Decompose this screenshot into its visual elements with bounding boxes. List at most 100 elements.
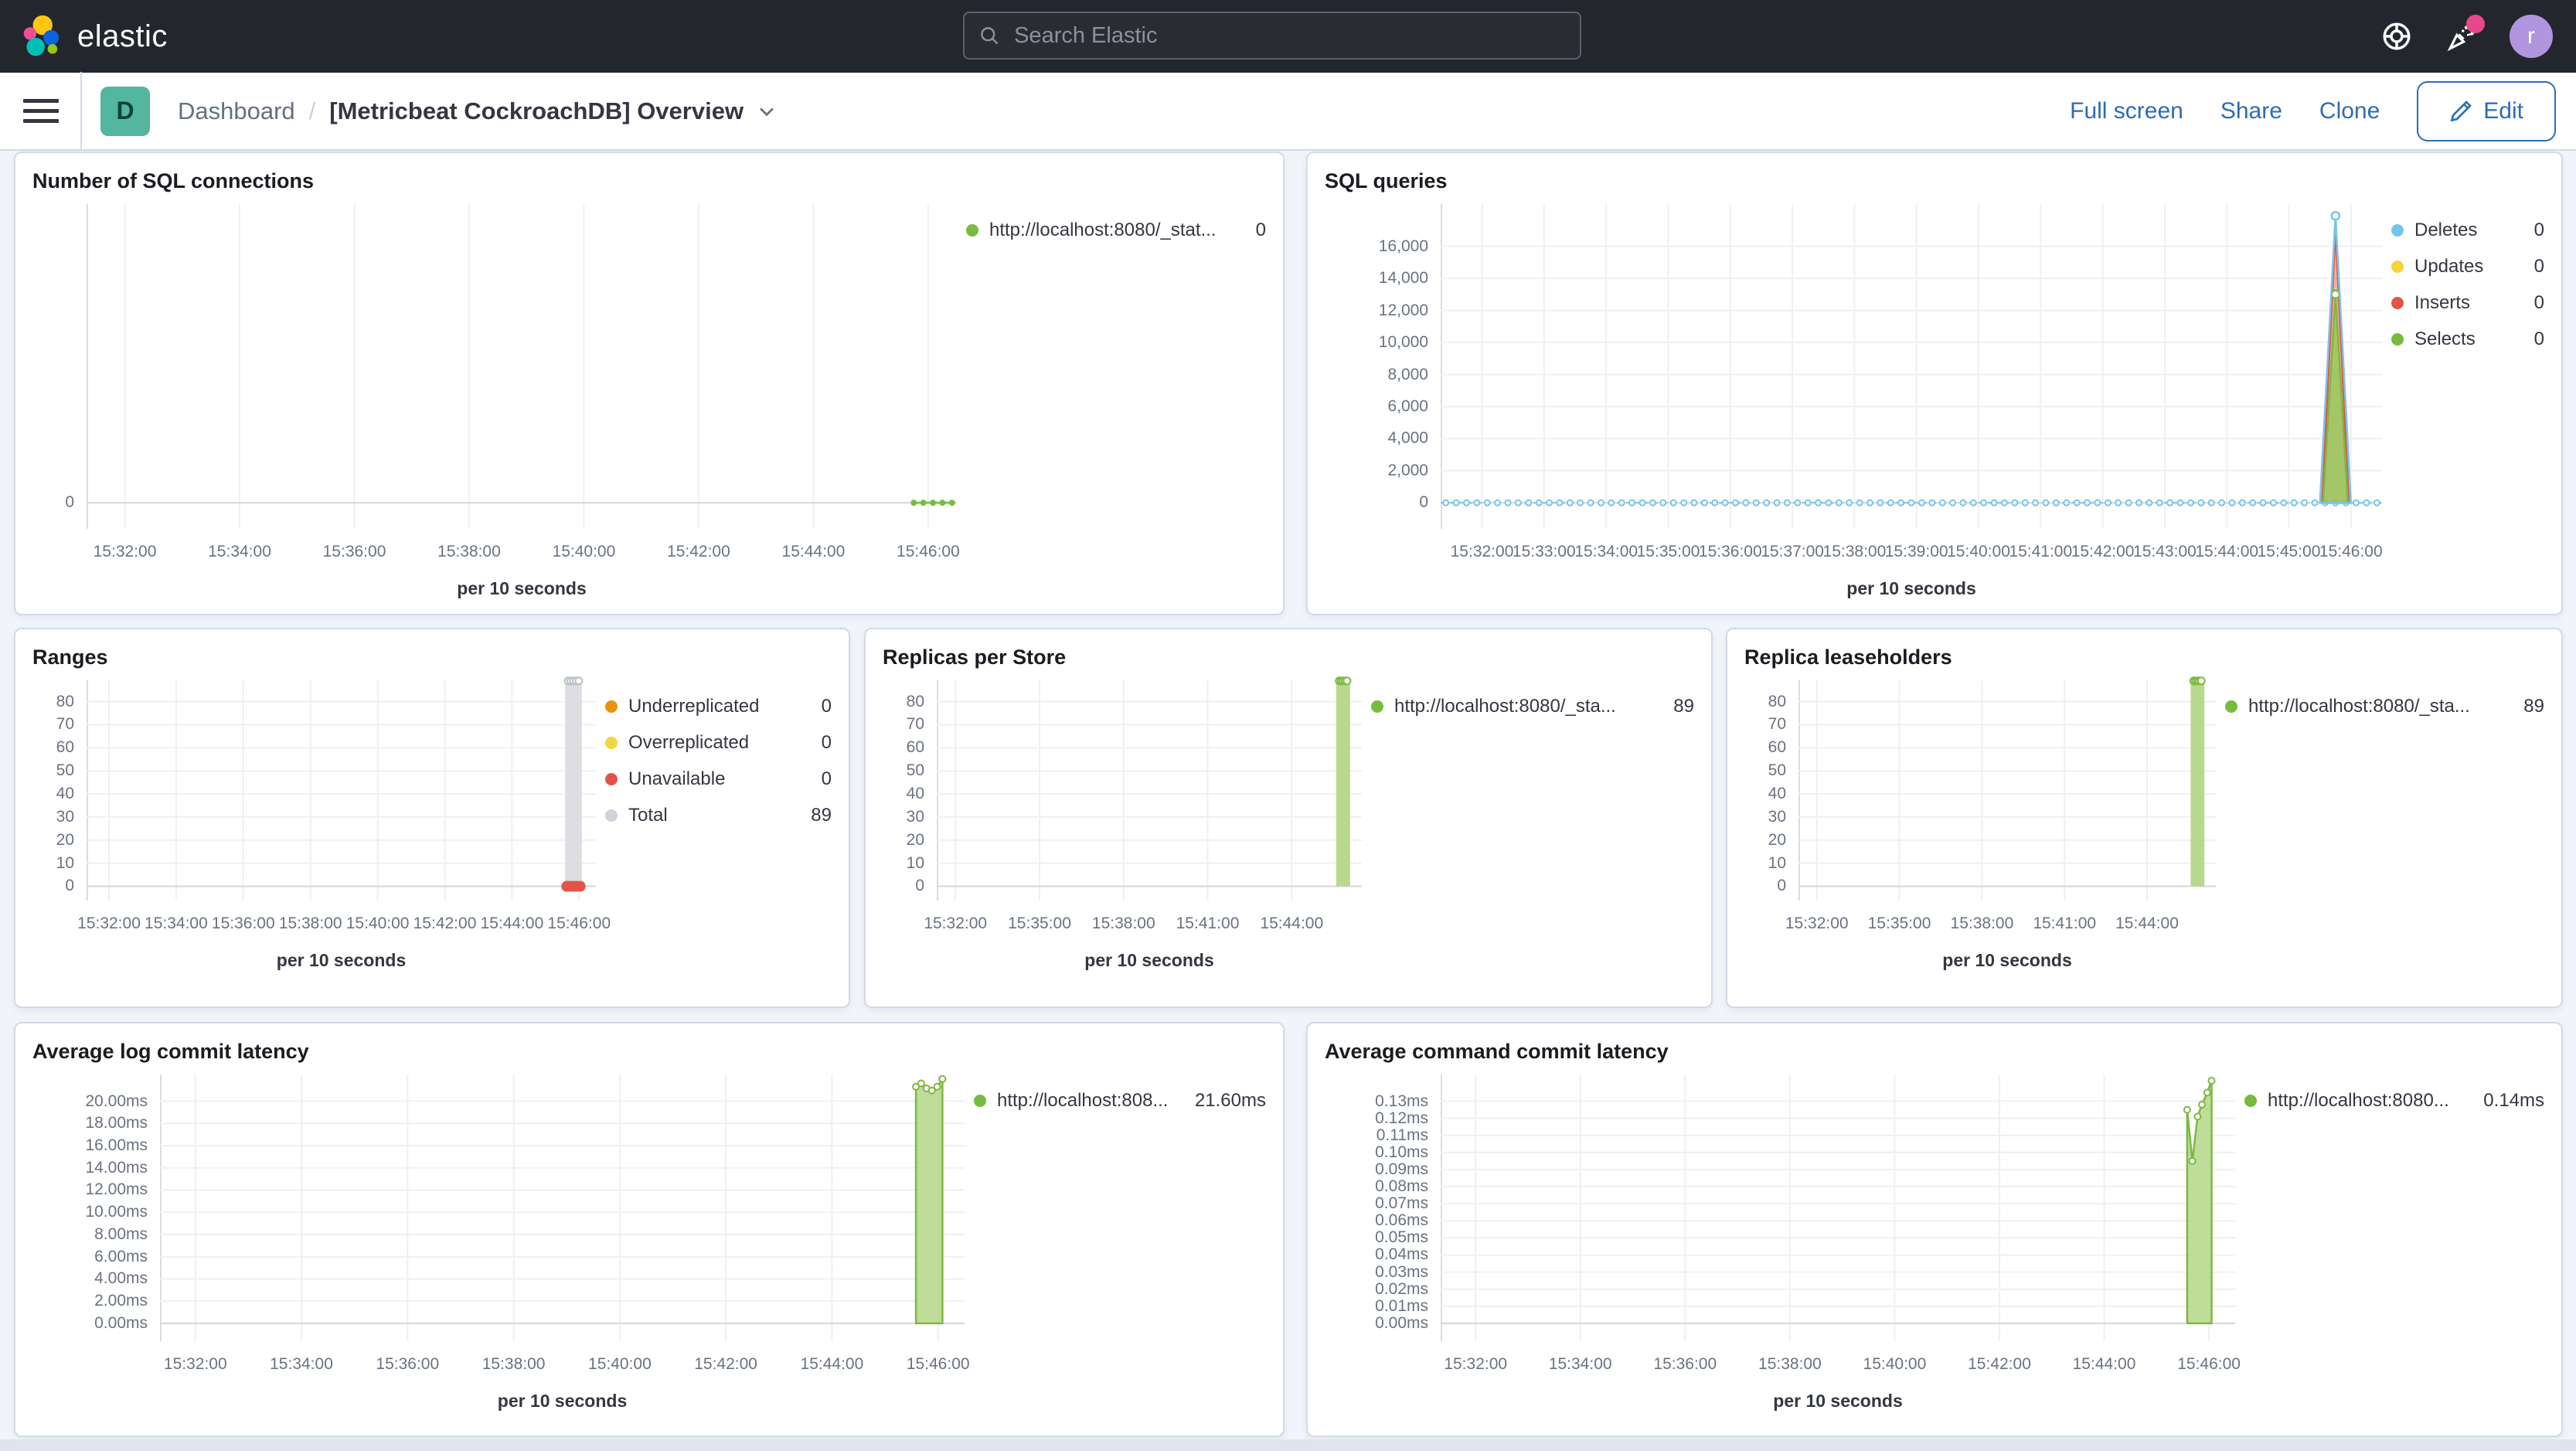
x-tick-label: 15:40:00	[1947, 543, 2010, 560]
series-color-dot	[974, 1095, 986, 1107]
x-tick-label: 15:45:00	[2258, 543, 2321, 560]
clone-button[interactable]: Clone	[2319, 98, 2380, 124]
elastic-logo-icon[interactable]	[22, 14, 66, 59]
y-tick-label: 80	[906, 692, 924, 710]
y-tick-label: 20	[56, 830, 74, 849]
x-tick-label: 15:41:00	[2033, 915, 2096, 932]
y-tick-label: 10	[56, 853, 74, 872]
y-tick-label: 8,000	[1387, 365, 1428, 383]
y-tick-label: 70	[56, 715, 74, 734]
toolbar: D Dashboard / [Metricbeat CockroachDB] O…	[0, 72, 2576, 151]
legend-item[interactable]: Inserts 0	[2391, 292, 2544, 314]
scrollbar-track[interactable]	[0, 1439, 2576, 1451]
x-tick-label: 15:38:00	[1951, 915, 2014, 932]
page-title[interactable]: [Metricbeat CockroachDB] Overview	[329, 97, 744, 125]
y-tick-label: 0	[1419, 493, 1428, 512]
chart-plot[interactable]: 15:32:00 15:34:00 15:36:00 15:38:00 15:40:00…	[87, 204, 960, 598]
chart-plot[interactable]: 15:32:00 15:34:00 15:36:00 15:38:00 15:40:00…	[1441, 1075, 2241, 1411]
y-tick-label: 0.01ms	[1375, 1296, 1428, 1315]
legend-value: 0	[2533, 256, 2544, 277]
y-tick-label: 0.09ms	[1375, 1160, 1428, 1178]
x-tick-label: 15:41:00	[1176, 915, 1240, 932]
legend-item[interactable]: http://localhost:8080/_sta... 89	[2225, 696, 2544, 717]
search-input[interactable]	[1012, 22, 1566, 49]
x-tick-label: 15:46:00	[2177, 1355, 2241, 1373]
legend-item[interactable]: http://localhost:8080/_stat... 0	[966, 220, 1266, 241]
panel-sql-queries: SQL queries 0 2,000 4,000 6,000 8,000 10,000 1…	[1306, 152, 2563, 615]
y-tick-label: 0.12ms	[1375, 1109, 1428, 1127]
share-button[interactable]: Share	[2220, 98, 2282, 124]
x-tick-label: 15:32:00	[1444, 1355, 1507, 1373]
x-tick-label: 15:32:00	[94, 543, 157, 560]
user-avatar[interactable]: r	[2510, 15, 2553, 58]
full-screen-button[interactable]: Full screen	[2070, 98, 2183, 124]
x-tick-label: 15:38:00	[1823, 543, 1887, 560]
legend-label: http://localhost:8080/_sta...	[2248, 696, 2470, 717]
series-color-dot	[605, 737, 618, 749]
app-header: elastic Search Elastic r	[0, 0, 2576, 73]
chart-legend: http://localhost:8080/_stat... 0	[957, 204, 1266, 567]
chart-plot[interactable]: 15:32:00 15:34:00 15:36:00 15:38:00 15:40:00…	[160, 1075, 970, 1411]
global-search[interactable]	[963, 12, 1581, 60]
legend-value: 21.60ms	[1194, 1090, 1266, 1111]
legend-item[interactable]: Updates 0	[2391, 256, 2544, 278]
chart-plot[interactable]: 15:32:00 15:35:00 15:38:00 15:41:00 15:44:00…	[1785, 676, 2216, 970]
series-color-dot	[2391, 333, 2404, 346]
y-axis: 0 10 20 30 40 50 60 70 80	[883, 680, 937, 939]
series-color-dot	[966, 224, 978, 237]
edit-button[interactable]: Edit	[2417, 80, 2556, 141]
legend-value: 0	[1255, 220, 1266, 240]
menu-icon[interactable]	[23, 99, 59, 123]
legend-item[interactable]: Overreplicated 0	[605, 732, 832, 754]
legend-item[interactable]: http://localhost:8080... 0.14ms	[2244, 1090, 2544, 1112]
x-tick-label: 15:44:00	[2195, 543, 2258, 560]
x-axis-title: per 10 seconds	[276, 950, 407, 970]
y-tick-label: 0.10ms	[1375, 1143, 1428, 1161]
help-icon[interactable]	[2380, 19, 2414, 53]
y-tick-label: 18.00ms	[85, 1114, 148, 1133]
chevron-down-icon[interactable]	[756, 100, 778, 122]
x-axis-title: per 10 seconds	[1942, 950, 2072, 970]
legend-item[interactable]: Deletes 0	[2391, 220, 2544, 241]
legend-label: Inserts	[2414, 292, 2471, 313]
x-tick-label: 15:40:00	[346, 915, 410, 932]
breadcrumb-dashboard[interactable]: Dashboard	[178, 97, 295, 125]
y-tick-label: 0	[1777, 877, 1786, 895]
x-tick-label: 15:35:00	[1868, 915, 1931, 932]
y-tick-label: 20	[906, 830, 924, 849]
x-tick-label: 15:36:00	[376, 1355, 439, 1373]
legend-label: Updates	[2414, 256, 2484, 277]
y-tick-label: 0.00ms	[1375, 1313, 1428, 1332]
legend-item[interactable]: http://localhost:808... 21.60ms	[974, 1090, 1266, 1112]
chart-plot[interactable]: 15:32:00 15:35:00 15:38:00 15:41:00 15:44:00…	[924, 676, 1362, 970]
y-tick-label: 10	[906, 853, 924, 872]
y-tick-label: 70	[906, 715, 924, 734]
x-tick-label: 15:34:00	[270, 1355, 333, 1373]
legend-label: Total	[628, 805, 668, 826]
legend-label: http://localhost:8080/_sta...	[1394, 696, 1616, 717]
x-tick-label: 15:44:00	[801, 1355, 864, 1373]
legend-value: 0	[821, 696, 832, 717]
legend-item[interactable]: Unavailable 0	[605, 768, 832, 790]
chart-plot[interactable]: 15:32:00 15:34:00 15:36:00 15:38:00 15:40:00…	[77, 676, 611, 970]
y-tick-label: 0.13ms	[1375, 1092, 1428, 1110]
y-tick-label: 80	[1768, 692, 1786, 710]
legend-item[interactable]: Selects 0	[2391, 329, 2544, 350]
x-tick-label: 15:42:00	[1968, 1355, 2031, 1373]
series-color-dot	[2244, 1095, 2257, 1107]
whats-new-icon[interactable]	[2445, 15, 2485, 53]
y-tick-label: 12.00ms	[85, 1180, 148, 1199]
chart-plot[interactable]: 15:32:00 15:33:00 15:34:00 15:35:00 15:36:00…	[1441, 204, 2383, 598]
x-tick-label: 15:40:00	[588, 1355, 652, 1373]
x-tick-label: 15:34:00	[208, 543, 271, 560]
legend-item[interactable]: http://localhost:8080/_sta... 89	[1371, 696, 1694, 717]
legend-label: Overreplicated	[628, 732, 750, 753]
x-tick-label: 15:37:00	[1761, 543, 1824, 560]
legend-item[interactable]: Total 89	[605, 805, 832, 826]
y-tick-label: 6,000	[1387, 397, 1428, 415]
panel-number-of-sql-connections: Number of SQL connections 0 15:32:00 15:3…	[14, 152, 1285, 615]
panel-replica-leaseholders: Replica leaseholders 0 10 20 30 40 50 60 70 80 1…	[1726, 628, 2563, 1008]
x-tick-label: 15:44:00	[2115, 915, 2179, 932]
legend-item[interactable]: Underreplicated 0	[605, 696, 832, 717]
y-tick-label: 2,000	[1387, 461, 1428, 479]
